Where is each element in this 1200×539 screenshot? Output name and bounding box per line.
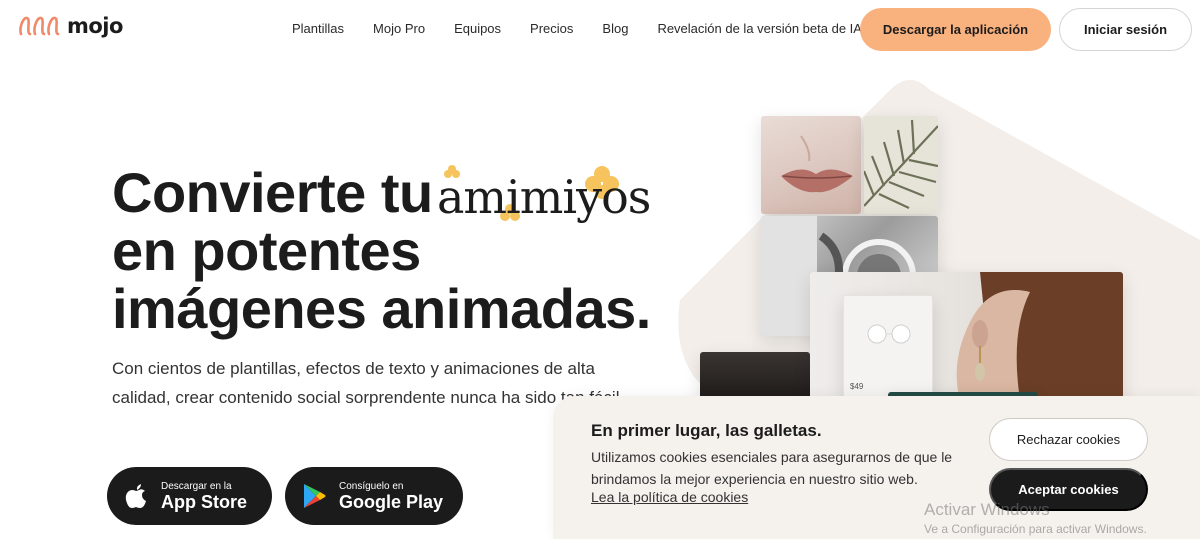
logo-text: mojo [67, 14, 123, 38]
cookie-banner: En primer lugar, las galletas. Utilizamo… [553, 396, 1200, 539]
nav-link-precios[interactable]: Precios [530, 21, 573, 36]
top-navigation: mojo Plantillas Mojo Pro Equipos Precios… [0, 0, 1200, 62]
apple-icon [125, 484, 146, 508]
handwritten-word: amimiyos [437, 170, 651, 224]
cookie-text: Utilizamos cookies esenciales para asegu… [591, 449, 953, 487]
cookie-policy-link[interactable]: Lea la política de cookies [591, 489, 748, 505]
price-tag: $49 [850, 382, 864, 391]
windows-activation-subtitle: Ve a Configuración para activar Windows. [924, 522, 1147, 536]
palm-leaf-photo [864, 116, 938, 214]
mojo-logo-icon [19, 16, 60, 36]
earring-product-card: $49 [843, 295, 933, 400]
nav-link-equipos[interactable]: Equipos [454, 21, 501, 36]
download-app-button[interactable]: Descargar la aplicación [860, 8, 1051, 51]
nav-link-mojo-pro[interactable]: Mojo Pro [373, 21, 425, 36]
nav-link-blog[interactable]: Blog [602, 21, 628, 36]
mojo-logo[interactable]: mojo [18, 14, 123, 38]
nav-links: Plantillas Mojo Pro Equipos Precios Blog… [292, 21, 891, 36]
hero-collage: $49 [660, 70, 1200, 400]
app-store-big-label: App Store [161, 491, 248, 512]
app-store-button[interactable]: Descargar en la App Store [107, 467, 272, 525]
google-play-icon [304, 484, 326, 508]
cookie-title: En primer lugar, las galletas. [591, 421, 822, 440]
nav-link-ai-beta[interactable]: Revelación de la versión beta de IA [657, 21, 862, 36]
google-play-small-label: Consíguelo en [339, 480, 404, 492]
login-button[interactable]: Iniciar sesión [1059, 8, 1192, 51]
google-play-button[interactable]: Consíguelo en Google Play [285, 467, 463, 525]
google-play-text: Consíguelo en Google Play [339, 481, 443, 512]
nav-link-plantillas[interactable]: Plantillas [292, 21, 344, 36]
dark-product-photo [700, 352, 810, 400]
google-play-big-label: Google Play [339, 491, 444, 512]
headline-line-3: imágenes animadas. [112, 277, 651, 340]
app-store-small-label: Descargar en la [161, 480, 232, 492]
reject-cookies-button[interactable]: Rechazar cookies [989, 418, 1148, 461]
windows-activation-title: Activar Windows [924, 500, 1050, 519]
headline-line-2: en potentes [112, 219, 421, 282]
lips-photo [761, 116, 861, 214]
app-store-text: Descargar en la App Store [161, 481, 247, 512]
